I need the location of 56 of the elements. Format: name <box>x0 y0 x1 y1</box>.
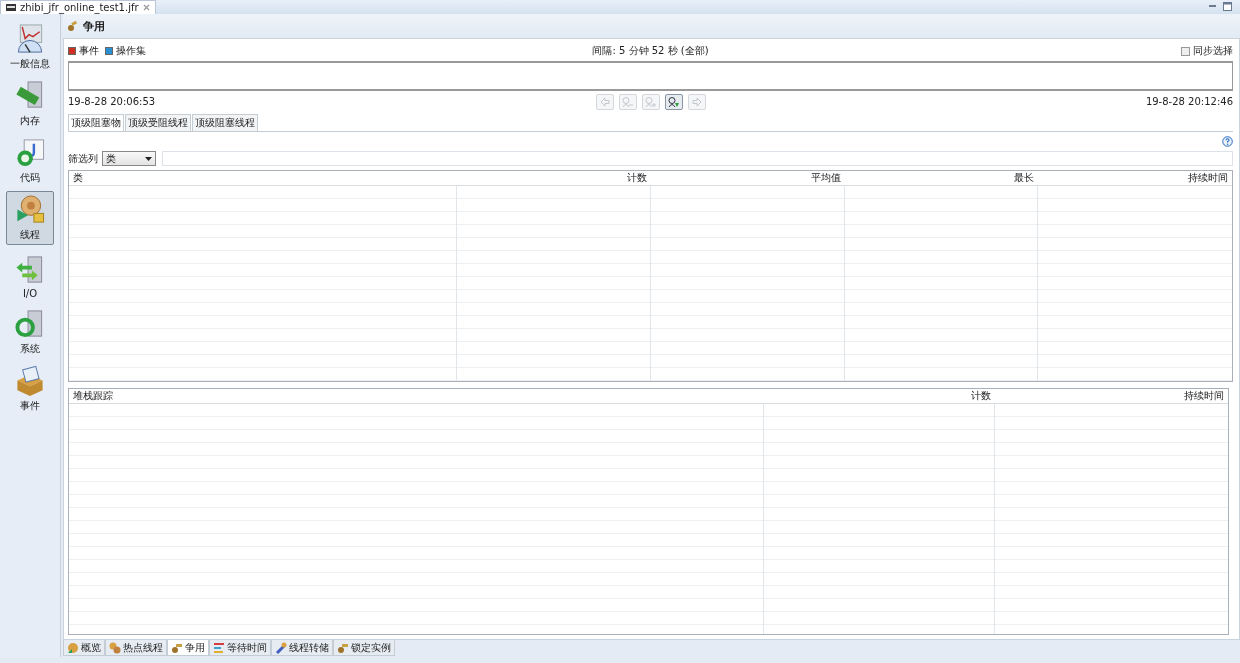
key-icon <box>171 641 183 654</box>
code-file-icon <box>14 137 46 169</box>
person-plus-icon <box>644 96 657 108</box>
caret-icon <box>145 156 152 161</box>
range-label: 间隔: 5 分钟 52 秒 (全部) <box>592 44 709 58</box>
view-tab[interactable]: 顶级阻塞物 <box>68 114 124 131</box>
help-icon[interactable] <box>1222 135 1233 147</box>
view-tab[interactable]: 顶级受阻线程 <box>125 114 191 131</box>
filter-label: 筛选列 <box>68 151 98 166</box>
column-header[interactable]: 类 <box>69 171 458 185</box>
page-title: 争用 <box>83 18 105 34</box>
sidebar-item[interactable]: 一般信息 <box>6 20 54 74</box>
person-down-icon <box>667 96 680 108</box>
column-header[interactable]: 计数 <box>763 389 996 403</box>
sidebar-item[interactable]: 内存 <box>6 77 54 131</box>
maximize-icon[interactable] <box>1223 2 1232 11</box>
file-icon <box>6 4 16 11</box>
column-header[interactable]: 计数 <box>457 171 651 185</box>
gears-icon <box>109 641 121 654</box>
page-tab[interactable]: 线程转储 <box>271 640 333 656</box>
sidebar-item[interactable]: 系统 <box>6 305 54 359</box>
legend-label: 操作集 <box>116 44 146 58</box>
end-time: 19-8-28 20:12:46 <box>1145 95 1233 107</box>
key-icon <box>67 20 79 32</box>
back-arrow-icon <box>598 96 611 108</box>
column-header[interactable]: 最长 <box>844 171 1039 185</box>
bars-icon <box>213 641 225 654</box>
close-icon[interactable] <box>142 4 150 11</box>
box-icon <box>14 365 46 397</box>
column-header[interactable]: 平均值 <box>651 171 845 185</box>
sidebar-item[interactable]: 线程 <box>6 191 54 245</box>
column-header[interactable]: 持续时间 <box>1038 171 1232 185</box>
start-time: 19-8-28 20:06:53 <box>68 95 156 107</box>
sidebar-item[interactable]: 代码 <box>6 134 54 188</box>
page-tab[interactable]: 争用 <box>167 640 209 656</box>
view-tab[interactable]: 顶级阻塞线程 <box>192 114 258 131</box>
legend-label: 事件 <box>79 44 99 58</box>
filter-column-dropdown[interactable]: 类 <box>102 151 156 166</box>
filter-field[interactable] <box>162 151 1233 166</box>
page-tab[interactable]: 锁定实例 <box>333 640 395 656</box>
page-tab[interactable]: 热点线程 <box>105 640 167 656</box>
page-tab[interactable]: 概览 <box>63 640 105 656</box>
sync-checkbox[interactable]: 同步选择 <box>1033 44 1233 58</box>
editor-tab[interactable]: zhibi_jfr_online_test1.jfr <box>0 0 156 14</box>
forward-arrow-icon <box>690 96 703 108</box>
person-minus-icon <box>621 96 634 108</box>
gear-lock-icon <box>14 194 46 226</box>
page-tab[interactable]: 等待时间 <box>209 640 271 656</box>
sidebar-item[interactable]: 事件 <box>6 362 54 416</box>
key-icon <box>337 641 349 654</box>
pin-icon <box>275 641 287 654</box>
coin-icon <box>67 641 79 654</box>
toolbar-button[interactable] <box>664 94 683 110</box>
sidebar-item[interactable]: I/O <box>6 248 54 302</box>
column-header[interactable]: 持续时间 <box>995 389 1228 403</box>
column-header[interactable]: 堆栈跟踪 <box>69 389 764 403</box>
